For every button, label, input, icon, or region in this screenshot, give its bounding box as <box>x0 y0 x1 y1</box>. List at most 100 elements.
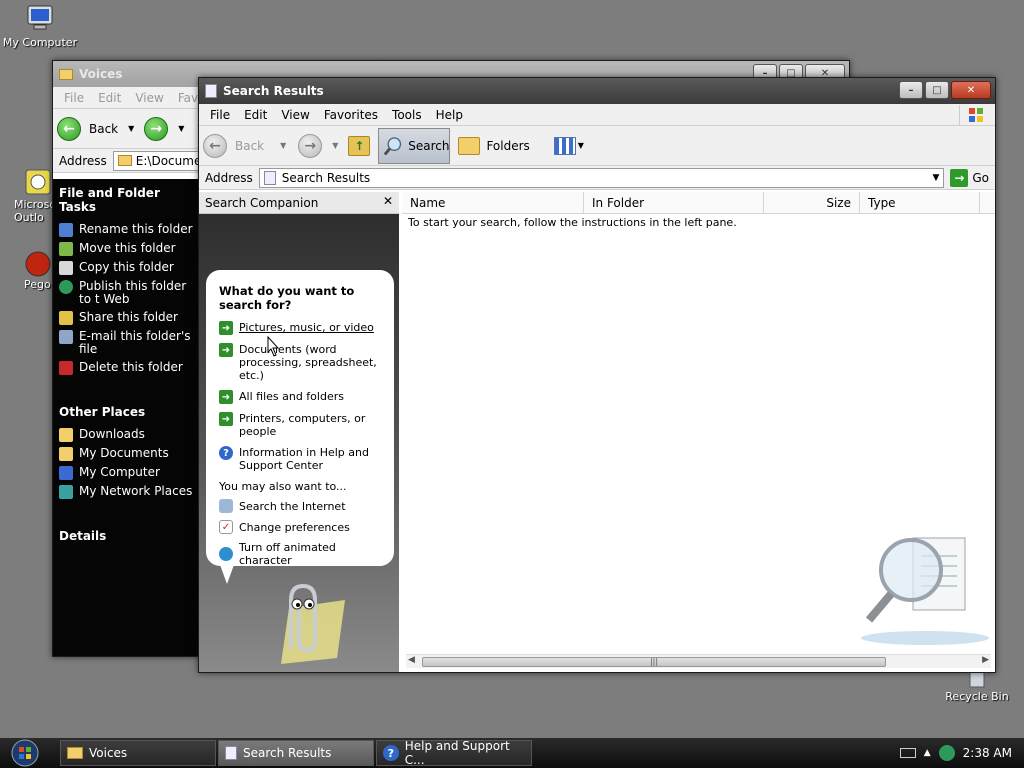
outlook-icon <box>25 169 51 195</box>
column-in-folder[interactable]: In Folder <box>584 192 764 213</box>
start-button[interactable] <box>0 738 50 768</box>
search-titlebar[interactable]: Search Results – □ ✕ <box>199 78 995 104</box>
option-all-files[interactable]: ➜ All files and folders <box>219 390 382 404</box>
scroll-left-icon[interactable]: ◀ <box>408 655 415 665</box>
close-button[interactable]: ✕ <box>951 81 991 99</box>
chevron-down-icon[interactable]: ▼ <box>128 124 134 133</box>
option-change-preferences[interactable]: ✓ Change preferences <box>219 520 382 534</box>
email-icon <box>59 330 73 344</box>
chevron-down-icon[interactable]: ▼ <box>280 141 286 150</box>
search-label: Search <box>408 138 450 153</box>
back-label[interactable]: Back <box>235 139 264 153</box>
move-icon <box>59 242 73 256</box>
keyboard-icon[interactable] <box>899 748 916 758</box>
search-address-bar: Address Search Results ▼ → Go <box>199 166 995 190</box>
task-email[interactable]: E-mail this folder's file <box>59 330 199 356</box>
place-downloads[interactable]: Downloads <box>59 428 199 442</box>
desktop-icon-my-computer[interactable]: My Computer <box>2 4 78 49</box>
horizontal-scrollbar[interactable]: ◀ ||| ▶ <box>406 654 991 668</box>
chevron-down-icon[interactable]: ▼ <box>932 173 939 183</box>
back-label[interactable]: Back <box>89 122 118 136</box>
tray-expand-icon[interactable]: ▲ <box>924 748 931 758</box>
menu-edit[interactable]: Edit <box>91 91 128 105</box>
task-copy[interactable]: Copy this folder <box>59 261 199 275</box>
task-rename[interactable]: Rename this folder <box>59 223 199 237</box>
computer-icon <box>27 5 53 30</box>
option-printers[interactable]: ➜ Printers, computers, or people <box>219 412 382 438</box>
desktop-icon-label: Recycle Bin <box>945 690 1009 703</box>
column-name[interactable]: Name <box>402 192 584 213</box>
menu-edit[interactable]: Edit <box>237 108 274 122</box>
column-type[interactable]: Type <box>860 192 980 213</box>
scroll-right-icon[interactable]: ▶ <box>982 655 989 665</box>
taskbar-item-voices[interactable]: Voices <box>60 740 216 766</box>
menu-view[interactable]: View <box>274 108 316 122</box>
place-my-documents[interactable]: My Documents <box>59 447 199 461</box>
windows-orb-icon <box>11 739 39 767</box>
menu-tools[interactable]: Tools <box>385 108 429 122</box>
windows-logo-icon <box>959 105 991 125</box>
desktop-icon-pego[interactable]: Pego <box>24 250 54 291</box>
search-window-icon <box>205 84 217 98</box>
results-pane: Name In Folder Size Type To start your s… <box>402 192 995 672</box>
place-network[interactable]: My Network Places <box>59 485 199 499</box>
option-pictures[interactable]: ➜ Pictures, music, or video <box>219 321 382 335</box>
also-label: You may also want to... <box>219 480 347 493</box>
option-turn-off-character[interactable]: Turn off animated character <box>219 541 382 567</box>
details-heading[interactable]: Details <box>59 529 199 543</box>
desktop-icon-outlook[interactable]: Microso Outlo <box>14 168 56 224</box>
menu-help[interactable]: Help <box>429 108 470 122</box>
desktop-icon-recycle-bin[interactable]: Recycle Bin <box>942 668 1012 703</box>
task-share[interactable]: Share this folder <box>59 311 199 325</box>
taskbar-item-help-support[interactable]: ? Help and Support C... <box>376 739 532 767</box>
menu-view[interactable]: View <box>128 91 170 105</box>
address-input[interactable]: Search Results ▼ <box>258 167 945 188</box>
network-icon[interactable] <box>938 745 955 761</box>
forward-arrow-icon[interactable]: → <box>144 116 169 141</box>
option-help-center[interactable]: ? Information in Help and Support Center <box>219 446 382 472</box>
pego-icon <box>25 251 51 277</box>
back-arrow-icon[interactable]: ← <box>203 133 227 158</box>
go-arrow-icon: → <box>950 168 969 187</box>
paperclip-assistant-icon <box>281 583 345 664</box>
menu-file[interactable]: File <box>57 91 91 105</box>
minimize-button[interactable]: – <box>899 81 923 99</box>
option-search-internet[interactable]: Search the Internet <box>219 499 382 513</box>
address-label: Address <box>59 153 107 168</box>
column-headers: Name In Folder Size Type <box>402 192 995 214</box>
forward-arrow-icon[interactable]: → <box>298 133 323 158</box>
option-documents[interactable]: ➜ Documents (word processing, spreadsheet… <box>219 343 382 382</box>
up-folder-icon[interactable]: ↑ <box>348 135 371 156</box>
views-button[interactable]: ▼ <box>553 136 584 155</box>
balloon-tail <box>219 562 235 584</box>
close-icon[interactable]: ✕ <box>383 194 393 208</box>
companion-title: Search Companion <box>205 195 319 210</box>
search-button[interactable]: Search <box>378 127 451 164</box>
folders-icon <box>458 136 481 155</box>
chevron-down-icon[interactable]: ▼ <box>178 124 184 133</box>
task-delete[interactable]: Delete this folder <box>59 361 199 375</box>
place-my-computer[interactable]: My Computer <box>59 466 199 480</box>
back-arrow-icon[interactable]: ← <box>57 116 81 141</box>
desktop-icon-label: Pego <box>24 278 51 291</box>
scrollbar-thumb[interactable]: ||| <box>422 657 886 667</box>
character-icon <box>219 547 233 561</box>
folder-icon <box>59 68 73 80</box>
computer-icon <box>59 466 73 480</box>
column-size[interactable]: Size <box>764 192 860 213</box>
folder-icon <box>59 428 73 442</box>
chevron-down-icon[interactable]: ▼ <box>332 141 338 150</box>
menu-favorites[interactable]: Favorites <box>317 108 385 122</box>
empty-message: To start your search, follow the instruc… <box>408 216 737 229</box>
menu-file[interactable]: File <box>203 108 237 122</box>
delete-icon <box>59 361 73 375</box>
taskbar-item-search-results[interactable]: Search Results <box>218 740 374 766</box>
task-publish[interactable]: Publish this folder to t Web <box>59 280 199 306</box>
folders-button[interactable]: Folders <box>458 136 530 155</box>
task-move[interactable]: Move this folder <box>59 242 199 256</box>
go-button[interactable]: → Go <box>944 168 995 187</box>
maximize-button[interactable]: □ <box>925 81 949 99</box>
clock[interactable]: 2:38 AM <box>963 746 1012 760</box>
taskbar: Voices Search Results ? Help and Support… <box>0 738 1024 768</box>
search-illustration-icon <box>861 537 989 645</box>
